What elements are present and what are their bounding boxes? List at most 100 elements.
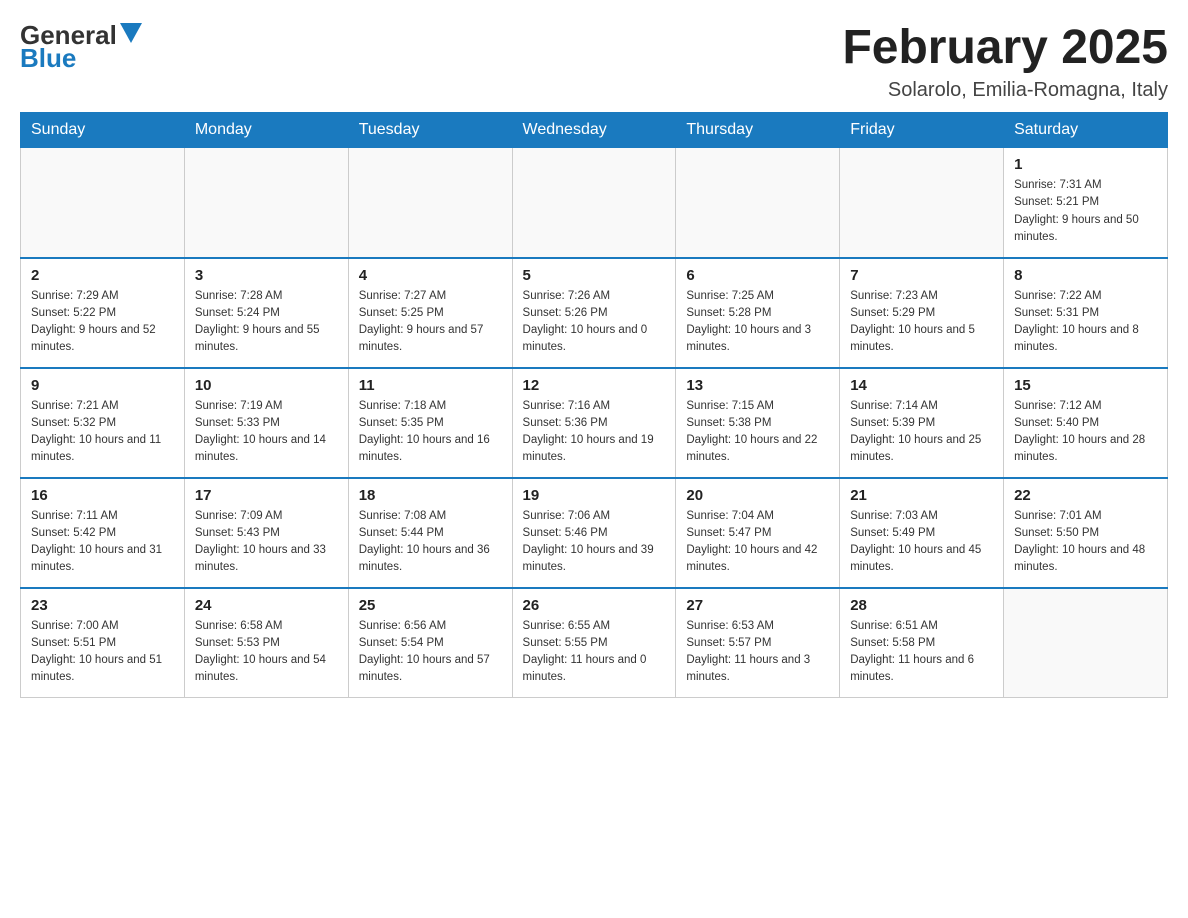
- calendar-header-row: SundayMondayTuesdayWednesdayThursdayFrid…: [21, 113, 1168, 148]
- day-info: Sunrise: 7:23 AMSunset: 5:29 PMDaylight:…: [850, 288, 993, 357]
- calendar-cell: 22Sunrise: 7:01 AMSunset: 5:50 PMDayligh…: [1004, 478, 1168, 588]
- day-info: Sunrise: 7:22 AMSunset: 5:31 PMDaylight:…: [1014, 288, 1157, 357]
- day-number: 19: [523, 487, 666, 504]
- day-info: Sunrise: 7:28 AMSunset: 5:24 PMDaylight:…: [195, 288, 338, 357]
- day-number: 1: [1014, 156, 1157, 173]
- day-number: 18: [359, 487, 502, 504]
- header-saturday: Saturday: [1004, 113, 1168, 148]
- calendar-cell: [21, 148, 185, 258]
- day-number: 21: [850, 487, 993, 504]
- day-number: 9: [31, 377, 174, 394]
- day-info: Sunrise: 7:21 AMSunset: 5:32 PMDaylight:…: [31, 398, 174, 467]
- calendar-cell: 27 Sunrise: 6:53 AMSunset: 5:57 PMDayligh…: [676, 588, 840, 698]
- header-tuesday: Tuesday: [348, 113, 512, 148]
- calendar-cell: 5 Sunrise: 7:26 AMSunset: 5:26 PMDaylight…: [512, 258, 676, 368]
- day-info: Sunrise: 7:03 AMSunset: 5:49 PMDaylight:…: [850, 508, 993, 577]
- calendar-cell: 24Sunrise: 6:58 AMSunset: 5:53 PMDayligh…: [184, 588, 348, 698]
- logo-arrow-icon: [120, 23, 142, 43]
- day-number: 8: [1014, 267, 1157, 284]
- day-info: Sunrise: 7:16 AMSunset: 5:36 PMDaylight:…: [523, 398, 666, 467]
- day-number: 3: [195, 267, 338, 284]
- day-number: 27: [686, 597, 829, 614]
- logo: General Blue: [20, 20, 142, 74]
- day-number: 5: [523, 267, 666, 284]
- calendar-cell: 15 Sunrise: 7:12 AMSunset: 5:40 PMDayligh…: [1004, 368, 1168, 478]
- day-info: Sunrise: 7:11 AMSunset: 5:42 PMDaylight:…: [31, 508, 174, 577]
- day-info: Sunrise: 7:19 AMSunset: 5:33 PMDaylight:…: [195, 398, 338, 467]
- day-info: Sunrise: 7:12 AMSunset: 5:40 PMDaylight:…: [1014, 398, 1157, 467]
- calendar-cell: 20 Sunrise: 7:04 AMSunset: 5:47 PMDayligh…: [676, 478, 840, 588]
- day-number: 16: [31, 487, 174, 504]
- calendar-cell: [512, 148, 676, 258]
- calendar-cell: 28 Sunrise: 6:51 AMSunset: 5:58 PMDayligh…: [840, 588, 1004, 698]
- day-number: 11: [359, 377, 502, 394]
- calendar-week-row: 2 Sunrise: 7:29 AMSunset: 5:22 PMDaylight…: [21, 258, 1168, 368]
- calendar-cell: 9 Sunrise: 7:21 AMSunset: 5:32 PMDaylight…: [21, 368, 185, 478]
- calendar-cell: 7 Sunrise: 7:23 AMSunset: 5:29 PMDaylight…: [840, 258, 1004, 368]
- calendar-cell: 17Sunrise: 7:09 AMSunset: 5:43 PMDayligh…: [184, 478, 348, 588]
- calendar-cell: 21 Sunrise: 7:03 AMSunset: 5:49 PMDayligh…: [840, 478, 1004, 588]
- calendar-table: SundayMondayTuesdayWednesdayThursdayFrid…: [20, 112, 1168, 698]
- day-info: Sunrise: 7:04 AMSunset: 5:47 PMDaylight:…: [686, 508, 829, 577]
- day-number: 6: [686, 267, 829, 284]
- calendar-cell: 12 Sunrise: 7:16 AMSunset: 5:36 PMDayligh…: [512, 368, 676, 478]
- logo-blue-text: Blue: [20, 43, 76, 74]
- header-friday: Friday: [840, 113, 1004, 148]
- day-number: 20: [686, 487, 829, 504]
- calendar-cell: [348, 148, 512, 258]
- calendar-week-row: 16 Sunrise: 7:11 AMSunset: 5:42 PMDayligh…: [21, 478, 1168, 588]
- calendar-week-row: 23Sunrise: 7:00 AMSunset: 5:51 PMDayligh…: [21, 588, 1168, 698]
- day-info: Sunrise: 7:14 AMSunset: 5:39 PMDaylight:…: [850, 398, 993, 467]
- day-info: Sunrise: 6:56 AMSunset: 5:54 PMDaylight:…: [359, 618, 502, 687]
- calendar-cell: 16 Sunrise: 7:11 AMSunset: 5:42 PMDayligh…: [21, 478, 185, 588]
- day-number: 28: [850, 597, 993, 614]
- day-info: Sunrise: 6:58 AMSunset: 5:53 PMDaylight:…: [195, 618, 338, 687]
- day-info: Sunrise: 7:06 AMSunset: 5:46 PMDaylight:…: [523, 508, 666, 577]
- day-number: 23: [31, 597, 174, 614]
- calendar-week-row: 1 Sunrise: 7:31 AMSunset: 5:21 PMDaylight…: [21, 148, 1168, 258]
- header-monday: Monday: [184, 113, 348, 148]
- day-info: Sunrise: 7:29 AMSunset: 5:22 PMDaylight:…: [31, 288, 174, 357]
- day-number: 2: [31, 267, 174, 284]
- day-info: Sunrise: 6:53 AMSunset: 5:57 PMDaylight:…: [686, 618, 829, 687]
- calendar-cell: 11 Sunrise: 7:18 AMSunset: 5:35 PMDayligh…: [348, 368, 512, 478]
- calendar-cell: 23Sunrise: 7:00 AMSunset: 5:51 PMDayligh…: [21, 588, 185, 698]
- day-info: Sunrise: 6:55 AMSunset: 5:55 PMDaylight:…: [523, 618, 666, 687]
- day-number: 14: [850, 377, 993, 394]
- day-number: 17: [195, 487, 338, 504]
- calendar-cell: [1004, 588, 1168, 698]
- day-number: 22: [1014, 487, 1157, 504]
- page-header: General Blue February 2025 Solarolo, Emi…: [20, 20, 1168, 102]
- location-subtitle: Solarolo, Emilia-Romagna, Italy: [842, 79, 1168, 102]
- day-info: Sunrise: 6:51 AMSunset: 5:58 PMDaylight:…: [850, 618, 993, 687]
- calendar-cell: [676, 148, 840, 258]
- calendar-cell: [840, 148, 1004, 258]
- day-number: 12: [523, 377, 666, 394]
- calendar-cell: 4 Sunrise: 7:27 AMSunset: 5:25 PMDaylight…: [348, 258, 512, 368]
- day-info: Sunrise: 7:25 AMSunset: 5:28 PMDaylight:…: [686, 288, 829, 357]
- day-info: Sunrise: 7:27 AMSunset: 5:25 PMDaylight:…: [359, 288, 502, 357]
- day-info: Sunrise: 7:26 AMSunset: 5:26 PMDaylight:…: [523, 288, 666, 357]
- day-info: Sunrise: 7:31 AMSunset: 5:21 PMDaylight:…: [1014, 177, 1157, 246]
- header-sunday: Sunday: [21, 113, 185, 148]
- header-thursday: Thursday: [676, 113, 840, 148]
- day-info: Sunrise: 7:08 AMSunset: 5:44 PMDaylight:…: [359, 508, 502, 577]
- calendar-cell: 1 Sunrise: 7:31 AMSunset: 5:21 PMDaylight…: [1004, 148, 1168, 258]
- calendar-cell: [184, 148, 348, 258]
- day-info: Sunrise: 7:18 AMSunset: 5:35 PMDaylight:…: [359, 398, 502, 467]
- calendar-cell: 19 Sunrise: 7:06 AMSunset: 5:46 PMDayligh…: [512, 478, 676, 588]
- day-number: 10: [195, 377, 338, 394]
- calendar-cell: 2 Sunrise: 7:29 AMSunset: 5:22 PMDaylight…: [21, 258, 185, 368]
- day-number: 4: [359, 267, 502, 284]
- calendar-cell: 18 Sunrise: 7:08 AMSunset: 5:44 PMDayligh…: [348, 478, 512, 588]
- day-number: 13: [686, 377, 829, 394]
- calendar-cell: 8 Sunrise: 7:22 AMSunset: 5:31 PMDaylight…: [1004, 258, 1168, 368]
- day-number: 15: [1014, 377, 1157, 394]
- calendar-cell: 6 Sunrise: 7:25 AMSunset: 5:28 PMDaylight…: [676, 258, 840, 368]
- calendar-cell: 10 Sunrise: 7:19 AMSunset: 5:33 PMDayligh…: [184, 368, 348, 478]
- calendar-week-row: 9 Sunrise: 7:21 AMSunset: 5:32 PMDaylight…: [21, 368, 1168, 478]
- day-info: Sunrise: 7:15 AMSunset: 5:38 PMDaylight:…: [686, 398, 829, 467]
- month-year-title: February 2025: [842, 20, 1168, 75]
- day-number: 7: [850, 267, 993, 284]
- calendar-cell: 14 Sunrise: 7:14 AMSunset: 5:39 PMDayligh…: [840, 368, 1004, 478]
